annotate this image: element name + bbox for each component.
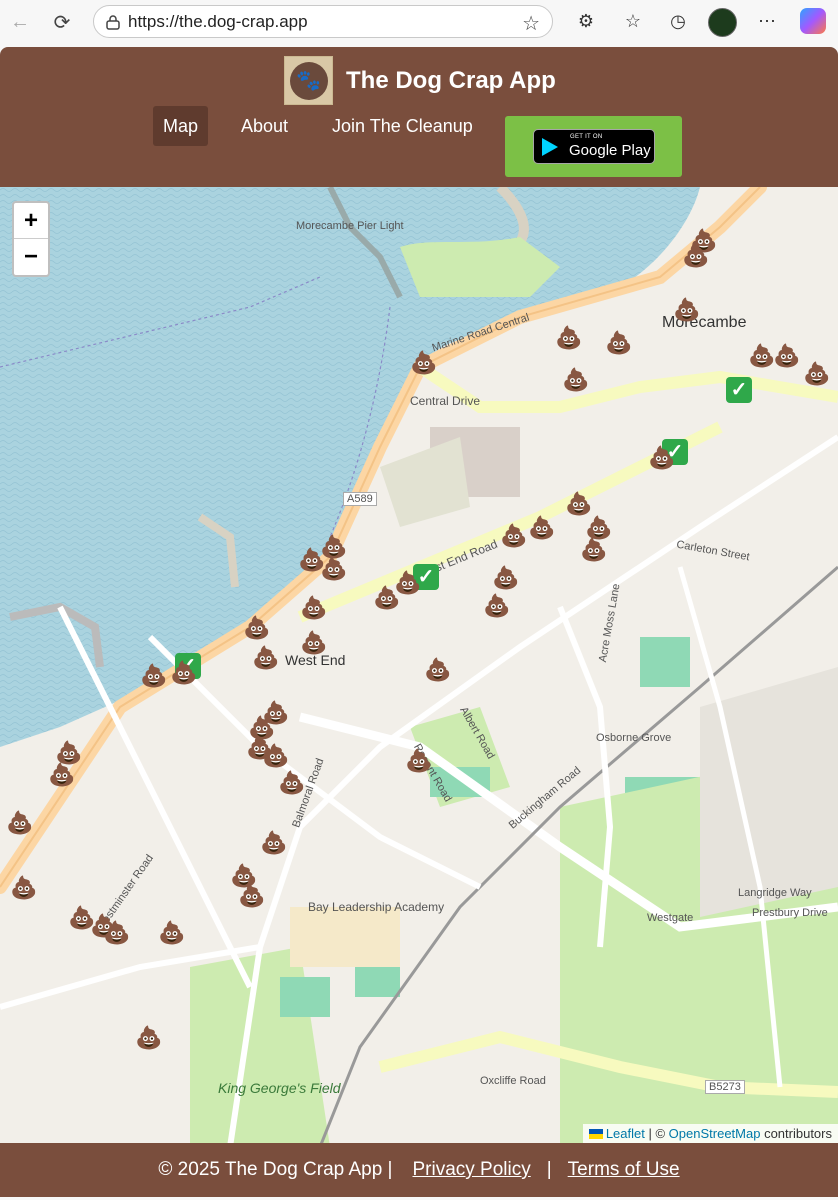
app-logo[interactable]: 🐾: [284, 56, 333, 105]
place-king-georges-field: King George's Field: [218, 1080, 341, 1096]
poo-marker[interactable]: 💩: [500, 525, 527, 547]
road-label: Westgate: [647, 912, 694, 924]
copyright-text: © 2025 The Dog Crap App |: [158, 1159, 393, 1180]
map-attribution: Leaflet | © OpenStreetMap contributors: [582, 1124, 838, 1143]
footer-divider: |: [546, 1159, 552, 1180]
site-footer: © 2025 The Dog Crap App | Privacy Policy…: [0, 1143, 838, 1197]
poo-marker[interactable]: 💩: [682, 245, 709, 267]
poo-marker[interactable]: 💩: [238, 885, 265, 907]
place-pier-light: Morecambe Pier Light: [296, 220, 404, 232]
poo-marker[interactable]: 💩: [585, 517, 612, 539]
poo-marker[interactable]: 💩: [373, 587, 400, 609]
address-bar[interactable]: https://the.dog-crap.app ☆: [93, 5, 553, 38]
ukraine-flag-icon: [588, 1129, 603, 1139]
copilot-icon[interactable]: [800, 8, 826, 34]
poo-marker[interactable]: 💩: [140, 665, 167, 687]
paw-icon: 🐾: [289, 61, 328, 100]
zoom-in-button[interactable]: +: [14, 203, 48, 239]
poo-marker[interactable]: 💩: [48, 764, 75, 786]
history-icon[interactable]: ◷: [662, 5, 694, 37]
poo-marker[interactable]: 💩: [492, 567, 519, 589]
attribution-separator: | ©: [644, 1126, 669, 1141]
poo-marker[interactable]: 💩: [320, 558, 347, 580]
profile-avatar[interactable]: [708, 8, 737, 37]
poo-marker[interactable]: 💩: [262, 745, 289, 767]
app-title: The Dog Crap App: [346, 67, 556, 94]
poo-marker[interactable]: 💩: [6, 812, 33, 834]
road-label: Central Drive: [410, 394, 481, 408]
google-play-icon: [542, 138, 558, 156]
poo-marker[interactable]: 💩: [278, 772, 305, 794]
nav-join-cleanup[interactable]: Join The Cleanup: [322, 106, 483, 146]
poo-marker[interactable]: 💩: [252, 647, 279, 669]
poo-marker[interactable]: 💩: [562, 369, 589, 391]
browser-toolbar: ← ⟳ https://the.dog-crap.app ☆ ⚙ ☆ ◷ ⋯: [0, 0, 838, 44]
place-langridge-way: Langridge Way: [738, 887, 812, 899]
poo-marker[interactable]: 💩: [10, 877, 37, 899]
osm-link[interactable]: OpenStreetMap: [669, 1126, 761, 1141]
poo-marker[interactable]: 💩: [565, 493, 592, 515]
terms-of-use-link[interactable]: Terms of Use: [568, 1159, 680, 1181]
site-header: 🐾 The Dog Crap App Map About Join The Cl…: [0, 47, 838, 187]
poo-marker[interactable]: 💩: [260, 832, 287, 854]
poo-marker[interactable]: 💩: [803, 363, 830, 385]
poo-marker[interactable]: 💩: [483, 595, 510, 617]
poo-marker[interactable]: 💩: [673, 299, 700, 321]
play-badge-big-text: Google Play: [569, 142, 651, 159]
poo-marker[interactable]: 💩: [410, 352, 437, 374]
google-play-button[interactable]: GET IT ON Google Play: [505, 116, 682, 177]
road-label: Prestbury Drive: [752, 907, 828, 919]
poo-marker[interactable]: 💩: [300, 632, 327, 654]
poo-marker[interactable]: 💩: [135, 1027, 162, 1049]
leaflet-link[interactable]: Leaflet: [606, 1126, 645, 1141]
road-label: B5273: [705, 1080, 745, 1094]
poo-marker[interactable]: 💩: [300, 597, 327, 619]
lock-icon: [106, 14, 120, 30]
google-play-badge: GET IT ON Google Play: [533, 129, 655, 164]
poo-marker[interactable]: 💩: [405, 750, 432, 772]
zoom-out-button[interactable]: −: [14, 239, 48, 275]
attribution-suffix: contributors: [760, 1126, 832, 1141]
play-badge-small-text: GET IT ON: [570, 134, 603, 140]
map[interactable]: Morecambe Morecambe Pier Light West End …: [0, 187, 838, 1143]
road-label: Oxcliffe Road: [480, 1075, 546, 1087]
back-icon[interactable]: ←: [2, 4, 38, 40]
nav-about[interactable]: About: [231, 106, 298, 146]
poo-marker[interactable]: 💩: [170, 662, 197, 684]
poo-marker[interactable]: 💩: [158, 922, 185, 944]
place-bay-leadership: Bay Leadership Academy: [308, 900, 445, 914]
road-label: Osborne Grove: [596, 732, 672, 744]
poo-marker[interactable]: 💩: [648, 447, 675, 469]
zoom-control: + −: [12, 201, 50, 277]
poo-marker[interactable]: 💩: [605, 332, 632, 354]
poo-marker[interactable]: 💩: [103, 922, 130, 944]
favorite-star-icon[interactable]: ☆: [522, 11, 540, 36]
more-menu-icon[interactable]: ⋯: [751, 5, 783, 37]
poo-marker[interactable]: 💩: [528, 517, 555, 539]
road-label: A589: [343, 492, 377, 506]
privacy-policy-link[interactable]: Privacy Policy: [412, 1159, 530, 1181]
poo-marker[interactable]: 💩: [424, 659, 451, 681]
check-marker[interactable]: ✓: [726, 377, 752, 403]
url-text: https://the.dog-crap.app: [128, 11, 308, 31]
poo-marker[interactable]: 💩: [243, 617, 270, 639]
nav-map[interactable]: Map: [153, 106, 209, 146]
poo-marker[interactable]: 💩: [555, 327, 582, 349]
reload-icon[interactable]: ⟳: [44, 4, 80, 40]
poo-marker[interactable]: 💩: [580, 539, 607, 561]
poo-marker[interactable]: 💩: [55, 742, 82, 764]
favorites-icon[interactable]: ☆: [617, 5, 649, 37]
app-frame: 🐾 The Dog Crap App Map About Join The Cl…: [0, 47, 838, 1197]
poo-marker[interactable]: 💩: [773, 345, 800, 367]
extensions-icon[interactable]: ⚙: [570, 5, 602, 37]
poo-marker[interactable]: 💩: [748, 345, 775, 367]
